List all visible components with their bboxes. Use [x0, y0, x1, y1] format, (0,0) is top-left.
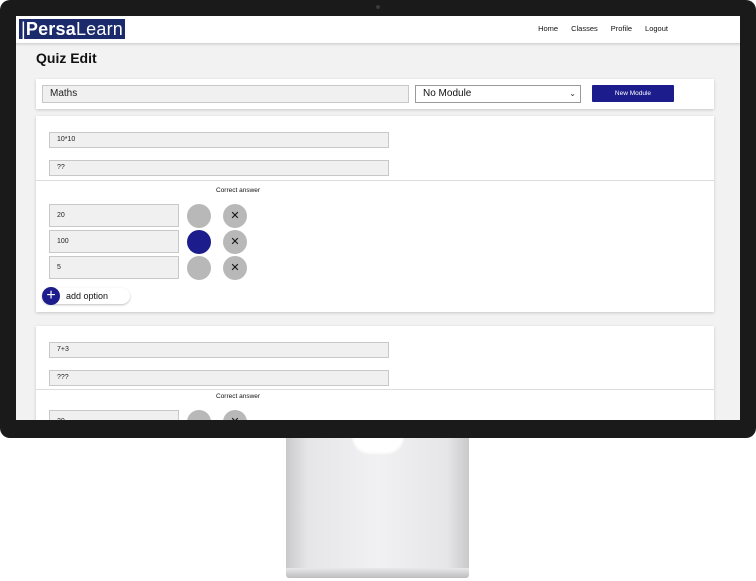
add-option-label: add option [66, 291, 109, 301]
new-module-button[interactable]: New Module [592, 85, 674, 102]
subject-input[interactable]: Maths [42, 85, 409, 103]
monitor-bezel: |PersaLearn Home Classes Profile Logout … [0, 0, 756, 438]
hint-input[interactable]: ?? [49, 160, 389, 176]
nav-links: Home Classes Profile Logout [538, 24, 668, 33]
option-input[interactable]: 5 [49, 256, 179, 279]
close-icon[interactable]: ✕ [223, 204, 247, 228]
correct-answer-radio-selected[interactable] [187, 230, 211, 254]
divider [36, 180, 714, 181]
question-input[interactable]: 10*10 [49, 132, 389, 148]
nav-link-logout[interactable]: Logout [645, 24, 668, 33]
option-input[interactable]: 20 [49, 410, 179, 420]
module-select-value: No Module [423, 88, 472, 99]
question-card: 7+3 ??? Correct answer 20 ✕ [36, 326, 714, 420]
module-select[interactable]: No Module ⌄ [415, 85, 581, 103]
correct-answer-radio[interactable] [187, 256, 211, 280]
quiz-settings-card: Maths No Module ⌄ New Module [36, 79, 714, 109]
monitor-stand-foot [286, 568, 469, 578]
chevron-down-icon: ⌄ [569, 89, 576, 98]
close-icon[interactable]: ✕ [223, 410, 247, 420]
nav-link-profile[interactable]: Profile [611, 24, 632, 33]
correct-answer-radio[interactable] [187, 410, 211, 420]
monitor-stand [286, 438, 469, 570]
question-card: 10*10 ?? Correct answer 20 ✕ 100 ✕ 5 ✕ +… [36, 116, 714, 312]
screen: |PersaLearn Home Classes Profile Logout … [16, 16, 740, 420]
close-icon[interactable]: ✕ [223, 230, 247, 254]
logo[interactable]: |PersaLearn [19, 19, 125, 39]
correct-answer-label: Correct answer [216, 393, 261, 400]
nav-link-classes[interactable]: Classes [571, 24, 598, 33]
option-input[interactable]: 100 [49, 230, 179, 253]
divider [36, 389, 714, 390]
page-title: Quiz Edit [36, 50, 97, 66]
question-input[interactable]: 7+3 [49, 342, 389, 358]
hint-input[interactable]: ??? [49, 370, 389, 386]
navbar: |PersaLearn Home Classes Profile Logout [16, 16, 740, 44]
add-option-button[interactable]: + add option [42, 287, 130, 305]
nav-link-home[interactable]: Home [538, 24, 558, 33]
correct-answer-radio[interactable] [187, 204, 211, 228]
option-input[interactable]: 20 [49, 204, 179, 227]
camera [376, 5, 380, 9]
plus-icon: + [42, 287, 60, 305]
close-icon[interactable]: ✕ [223, 256, 247, 280]
correct-answer-label: Correct answer [216, 187, 261, 194]
